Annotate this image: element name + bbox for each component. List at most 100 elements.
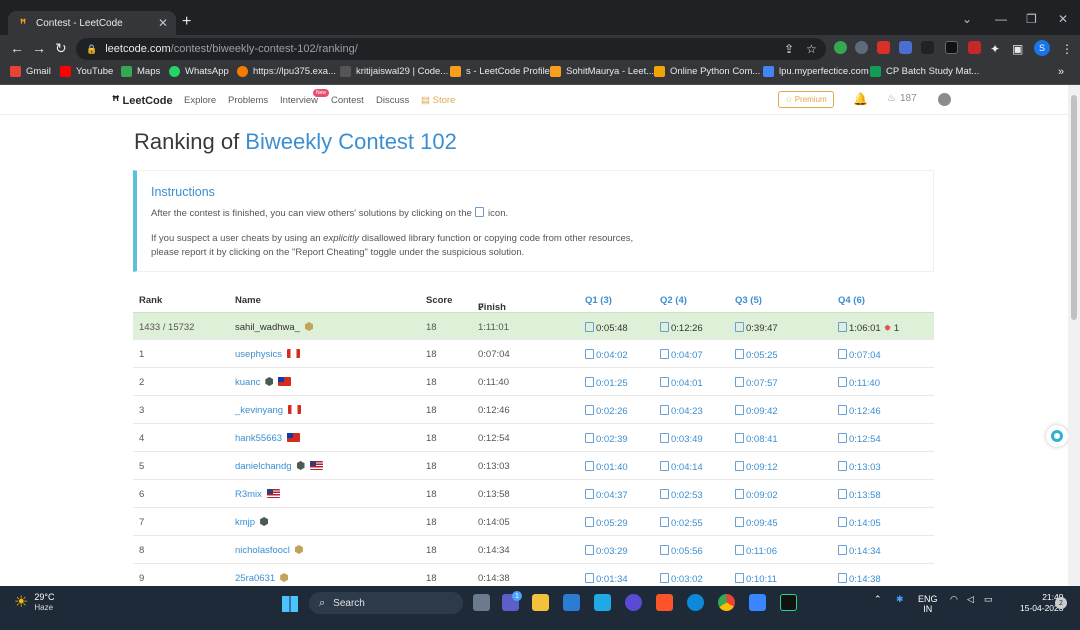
extension-icon[interactable] (945, 41, 958, 54)
q1-cell[interactable]: 0:04:37 (585, 489, 628, 501)
col-q2[interactable]: Q2 (4) (660, 295, 687, 306)
menu-kebab-icon[interactable]: ⋮ (1061, 42, 1073, 56)
back-icon[interactable]: ← (10, 40, 24, 56)
extension-icon[interactable] (899, 41, 912, 54)
volume-icon[interactable]: ◁ (967, 594, 974, 605)
brave-icon[interactable] (656, 594, 673, 611)
file-explorer-icon[interactable] (532, 594, 549, 611)
scrollbar-thumb[interactable] (1071, 95, 1077, 320)
language-indicator[interactable]: ENG IN (918, 594, 938, 614)
leetcode-logo[interactable]: ꟸ LeetCode (112, 93, 173, 109)
weather-widget[interactable]: ☀ 29°C Haze (14, 592, 54, 612)
q2-cell[interactable]: 0:03:49 (660, 433, 703, 445)
q4-cell[interactable]: 0:11:40 (838, 377, 880, 389)
bookmark-myperfectice[interactable]: lpu.myperfectice.com (763, 66, 869, 77)
q3-cell[interactable]: 0:11:06 (735, 545, 777, 557)
grammarly-extension-icon[interactable] (834, 41, 847, 54)
q3-cell[interactable]: 0:07:57 (735, 377, 778, 389)
tab-search-icon[interactable]: ⌄ (962, 12, 972, 26)
nav-problems[interactable]: Problems (228, 95, 268, 106)
start-button[interactable] (282, 596, 298, 612)
bookmark-maps[interactable]: Maps (121, 66, 160, 77)
extension-icon[interactable] (855, 41, 868, 54)
q1-cell[interactable]: 0:02:26 (585, 405, 628, 417)
battery-icon[interactable]: ▭ (984, 594, 993, 605)
premium-button[interactable]: ☆ Premium (778, 91, 834, 108)
taskbar-search[interactable]: ⌕ Search (309, 592, 463, 614)
q1-cell[interactable]: 0:05:29 (585, 517, 628, 529)
q2-cell[interactable]: 0:05:56 (660, 545, 703, 557)
reload-icon[interactable]: ↻ (55, 40, 67, 57)
page-scrollbar[interactable] (1068, 85, 1080, 586)
bell-icon[interactable]: 🔔 (853, 92, 868, 106)
nav-explore[interactable]: Explore (184, 95, 216, 106)
contest-link[interactable]: Biweekly Contest 102 (245, 129, 457, 154)
bookmark-whatsapp[interactable]: WhatsApp (169, 66, 229, 77)
q4-cell[interactable]: 1:06:01 ✹ 1 (838, 322, 899, 334)
streak-counter[interactable]: ♨ 187 (887, 93, 917, 104)
bookmark-star-icon[interactable]: ☆ (806, 42, 817, 56)
floating-assistant-button[interactable] (1046, 425, 1068, 447)
q2-cell[interactable]: 0:02:53 (660, 489, 703, 501)
wifi-icon[interactable]: ◠ (950, 594, 958, 605)
q3-cell[interactable]: 0:39:47 (735, 322, 778, 334)
bookmarks-overflow-icon[interactable]: » (1058, 66, 1064, 78)
q3-cell[interactable]: 0:09:02 (735, 489, 778, 501)
col-q4[interactable]: Q4 (6) (838, 295, 865, 306)
q3-cell[interactable]: 0:09:42 (735, 405, 778, 417)
q2-cell[interactable]: 0:03:02 (660, 573, 703, 585)
app-icon[interactable] (594, 594, 611, 611)
q2-cell[interactable]: 0:04:23 (660, 405, 703, 417)
q4-cell[interactable]: 0:14:05 (838, 517, 881, 529)
user-avatar[interactable] (938, 93, 951, 106)
q4-cell[interactable]: 0:12:46 (838, 405, 881, 417)
bluetooth-icon[interactable]: ✱ (896, 594, 904, 605)
nav-discuss[interactable]: Discuss (376, 95, 409, 106)
bookmark-gmail[interactable]: Gmail (10, 66, 51, 77)
close-window-button[interactable]: ✕ (1058, 12, 1068, 26)
q4-cell[interactable]: 0:07:04 (838, 349, 881, 361)
bookmark-sohit-leetcode[interactable]: SohitMaurya - Leet... (550, 66, 654, 77)
address-bar[interactable]: 🔒 leetcode.com/contest/biweekly-contest-… (76, 38, 826, 60)
mail-icon[interactable] (563, 594, 580, 611)
minimize-button[interactable]: — (995, 12, 1007, 26)
q1-cell[interactable]: 0:01:40 (585, 461, 628, 473)
q2-cell[interactable]: 0:04:01 (660, 377, 703, 389)
bookmark-online-python[interactable]: Online Python Com... (654, 66, 760, 77)
bookmark-cp-batch[interactable]: CP Batch Study Mat... (870, 66, 979, 77)
pycharm-icon[interactable] (780, 594, 797, 611)
q1-cell[interactable]: 0:02:39 (585, 433, 628, 445)
q4-cell[interactable]: 0:14:34 (838, 545, 881, 557)
q1-cell[interactable]: 0:05:48 (585, 322, 628, 334)
nav-contest[interactable]: Contest (331, 95, 364, 106)
notepad-icon[interactable] (749, 594, 766, 611)
q2-cell[interactable]: 0:04:14 (660, 461, 703, 473)
q4-cell[interactable]: 0:12:54 (838, 433, 881, 445)
q4-cell[interactable]: 0:14:38 (838, 573, 881, 585)
forward-icon[interactable]: → (32, 40, 46, 56)
bookmark-youtube[interactable]: YouTube (60, 66, 113, 77)
col-q1[interactable]: Q1 (3) (585, 295, 612, 306)
q1-cell[interactable]: 0:04:02 (585, 349, 628, 361)
bookmark-lpu-exam[interactable]: https://lpu375.exa... (237, 66, 336, 77)
q4-cell[interactable]: 0:13:58 (838, 489, 881, 501)
task-view-icon[interactable] (473, 594, 490, 611)
q2-cell[interactable]: 0:02:55 (660, 517, 703, 529)
q3-cell[interactable]: 0:05:25 (735, 349, 778, 361)
col-q3[interactable]: Q3 (5) (735, 295, 762, 306)
q3-cell[interactable]: 0:08:41 (735, 433, 778, 445)
q1-cell[interactable]: 0:03:29 (585, 545, 628, 557)
q2-cell[interactable]: 0:12:26 (660, 322, 703, 334)
tray-overflow-icon[interactable]: ⌃ (874, 594, 882, 605)
new-tab-button[interactable]: + (182, 13, 191, 31)
bookmark-codechef[interactable]: kritijaiswal29 | Code... (340, 66, 448, 77)
q3-cell[interactable]: 0:10:11 (735, 573, 777, 585)
q4-cell[interactable]: 0:13:03 (838, 461, 881, 473)
side-panel-icon[interactable]: ▣ (1012, 42, 1023, 56)
q3-cell[interactable]: 0:09:45 (735, 517, 778, 529)
extension-icon[interactable] (968, 41, 981, 54)
q2-cell[interactable]: 0:04:07 (660, 349, 703, 361)
nav-interview[interactable]: Interview (280, 95, 318, 106)
q3-cell[interactable]: 0:09:12 (735, 461, 778, 473)
puzzle-extensions-icon[interactable]: ✦ (990, 42, 1000, 56)
